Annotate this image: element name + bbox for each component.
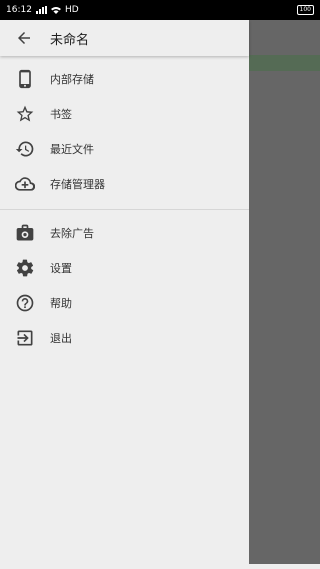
menu-item-help[interactable]: 帮助 — [0, 285, 249, 320]
menu-item-label: 最近文件 — [50, 142, 94, 156]
drawer-header: 未命名 — [0, 20, 249, 56]
menu-item-label: 设置 — [50, 261, 72, 275]
camera-bag-icon — [13, 221, 37, 245]
drawer-title: 未命名 — [50, 32, 90, 48]
menu-divider — [0, 209, 249, 210]
menu-item-label: 存储管理器 — [50, 177, 105, 191]
menu-item-settings[interactable]: 设置 — [0, 250, 249, 285]
status-bar: 16:12 HD 100 — [0, 0, 320, 20]
menu-item-label: 退出 — [50, 331, 72, 345]
status-time: 16:12 — [6, 5, 32, 15]
navigation-drawer: 未命名 内部存储 书签 最近文件 存储管理器 去除广告 设置 帮助 退出 — [0, 20, 249, 569]
drawer-menu: 内部存储 书签 最近文件 存储管理器 去除广告 设置 帮助 退出 — [0, 56, 249, 355]
help-icon — [13, 291, 37, 315]
menu-item-exit[interactable]: 退出 — [0, 320, 249, 355]
star-icon — [13, 102, 37, 126]
menu-item-label: 内部存储 — [50, 72, 94, 86]
background-content-strip — [249, 55, 320, 71]
menu-item-label: 去除广告 — [50, 226, 94, 240]
menu-item-label: 帮助 — [50, 296, 72, 310]
exit-icon — [13, 326, 37, 350]
menu-item-storage-manager[interactable]: 存储管理器 — [0, 166, 249, 201]
arrow-back-icon[interactable] — [12, 26, 36, 50]
phone-icon — [13, 67, 37, 91]
menu-item-bookmarks[interactable]: 书签 — [0, 96, 249, 131]
network-type: HD — [64, 5, 79, 15]
signal-icon — [35, 6, 47, 14]
menu-item-label: 书签 — [50, 107, 72, 121]
wifi-icon — [50, 6, 61, 14]
battery-icon: 100 — [296, 5, 314, 15]
menu-item-remove-ads[interactable]: 去除广告 — [0, 215, 249, 250]
history-icon — [13, 137, 37, 161]
menu-item-internal-storage[interactable]: 内部存储 — [0, 61, 249, 96]
menu-item-recent-files[interactable]: 最近文件 — [0, 131, 249, 166]
cloud-add-icon — [13, 172, 37, 196]
gear-icon — [13, 256, 37, 280]
